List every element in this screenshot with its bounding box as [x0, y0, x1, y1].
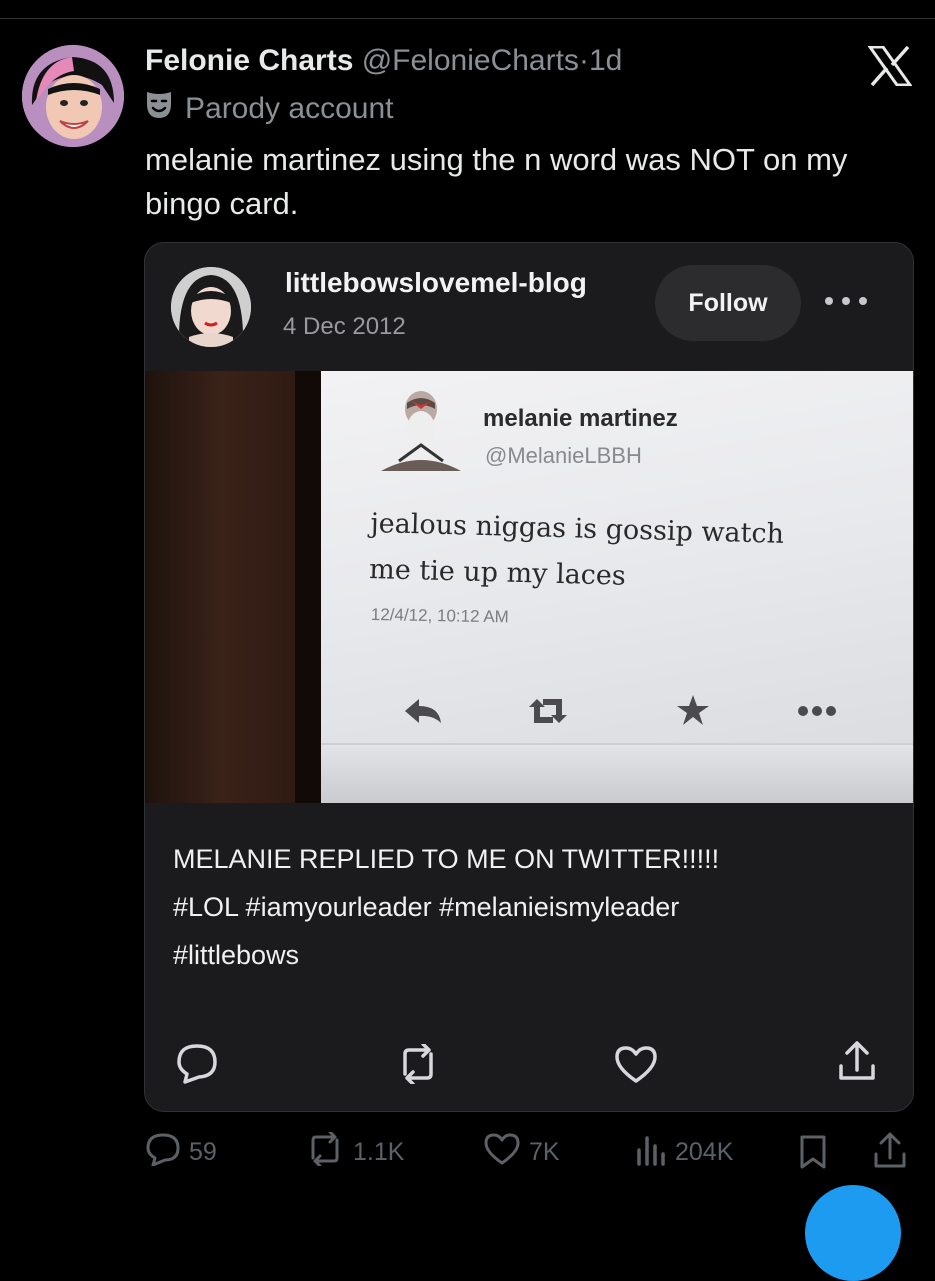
follow-button[interactable]: Follow	[655, 265, 801, 341]
embedded-retweet-icon	[529, 699, 567, 723]
repost-icon	[305, 1130, 345, 1173]
separator-dot: ·	[578, 44, 589, 77]
parody-badge: Parody account	[145, 90, 393, 128]
repost-stat[interactable]: 1.1K	[305, 1130, 405, 1173]
heart-icon	[483, 1132, 521, 1173]
tweet-text: melanie martinez using the n word was NO…	[145, 142, 848, 221]
photo-shadow	[295, 371, 323, 803]
parody-label: Parody account	[185, 92, 394, 125]
reply-icon[interactable]	[175, 1042, 219, 1089]
reply-stat[interactable]: 59	[145, 1132, 217, 1172]
screen-bezel	[321, 743, 913, 803]
share-icon[interactable]	[873, 1132, 907, 1177]
author-handle[interactable]: @FelonieCharts	[362, 44, 579, 77]
author-name[interactable]: Felonie Charts	[145, 44, 353, 77]
blog-avatar[interactable]	[171, 267, 251, 347]
embedded-star-icon	[677, 695, 709, 725]
embedded-avatar	[377, 379, 463, 475]
tweet-stats: 59 1.1K 7K 204K	[145, 1130, 915, 1173]
post-photo[interactable]: melanie martinez @MelanieLBBH jealous ni…	[145, 371, 913, 803]
embedded-actions	[397, 691, 867, 731]
heart-icon[interactable]	[613, 1044, 659, 1089]
quoted-post-card[interactable]: littlebowslovemel-blog 4 Dec 2012 Follow…	[144, 242, 914, 1112]
views-stat[interactable]: 204K	[635, 1132, 733, 1172]
x-logo-icon[interactable]	[867, 45, 913, 87]
caption-line: MELANIE REPLIED TO ME ON TWITTER!!!!!	[173, 844, 720, 874]
card-actions	[175, 1038, 885, 1088]
top-divider	[0, 18, 935, 19]
share-icon[interactable]	[837, 1040, 877, 1089]
views-count: 204K	[675, 1137, 734, 1166]
caption-hashtags[interactable]: #LOL #iamyourleader #melanieismyleader	[173, 883, 893, 931]
embedded-handle: @MelanieLBBH	[485, 443, 642, 468]
embedded-timestamp: 12/4/12, 10:12 AM	[370, 605, 509, 627]
blog-post-date: 4 Dec 2012	[283, 313, 406, 340]
repost-icon[interactable]	[395, 1042, 441, 1089]
repost-count: 1.1K	[353, 1137, 405, 1166]
post-caption: MELANIE REPLIED TO ME ON TWITTER!!!!! #L…	[173, 835, 893, 979]
bookmark-icon[interactable]	[797, 1134, 829, 1177]
reply-count: 59	[189, 1137, 217, 1166]
embedded-name: melanie martinez	[483, 405, 678, 432]
blog-name[interactable]: littlebowslovemel-blog	[285, 267, 587, 299]
author-avatar[interactable]	[22, 45, 124, 147]
compose-button[interactable]	[805, 1185, 901, 1281]
like-count: 7K	[529, 1137, 560, 1166]
views-icon	[635, 1132, 667, 1173]
embedded-more-icon	[798, 706, 836, 716]
embedded-text: jealous niggas is gossip watch me tie up…	[368, 507, 785, 592]
like-stat[interactable]: 7K	[483, 1132, 560, 1172]
caption-hashtags[interactable]: #littlebows	[173, 931, 893, 979]
reply-icon	[145, 1132, 181, 1173]
more-dots-icon[interactable]	[821, 291, 871, 311]
theater-mask-icon	[145, 90, 173, 128]
embedded-reply-icon	[405, 699, 441, 723]
tweet-header: Felonie Charts @FelonieCharts·1d	[145, 44, 845, 84]
post-time[interactable]: 1d	[589, 44, 622, 77]
